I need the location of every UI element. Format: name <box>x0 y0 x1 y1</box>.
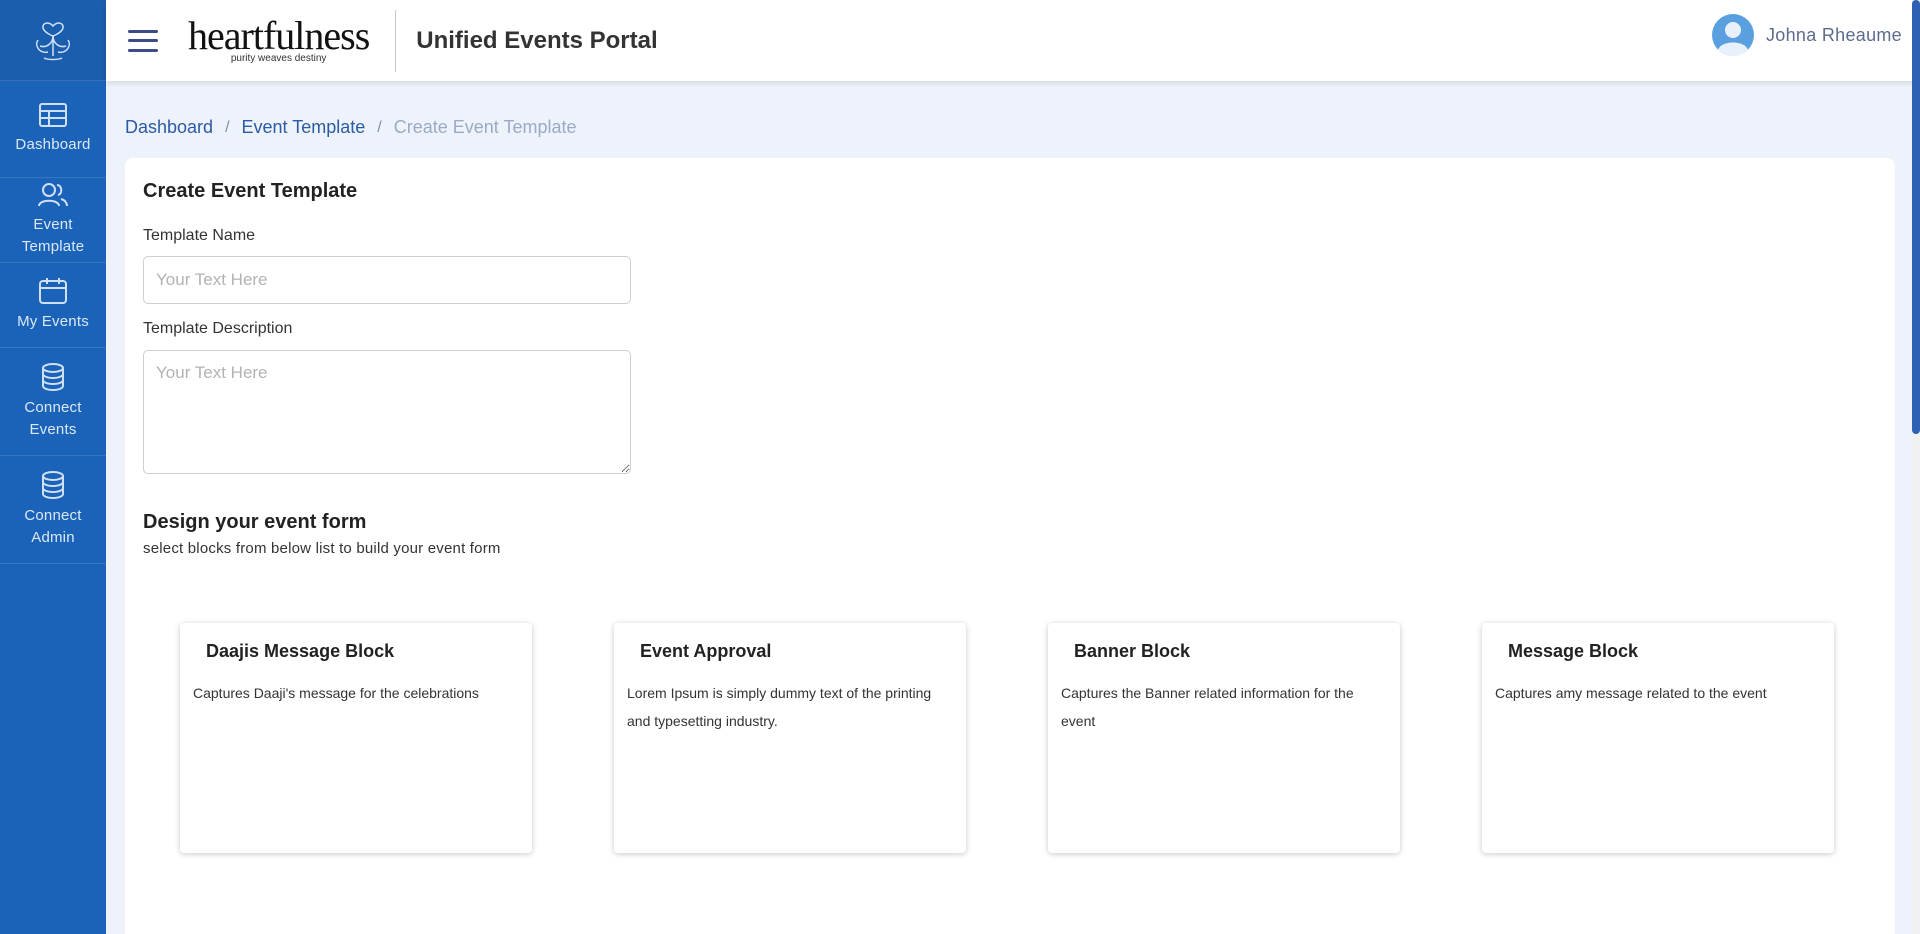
sidebar-item-connect-events[interactable]: Connect Events <box>0 348 106 456</box>
sidebar-item-connect-admin[interactable]: Connect Admin <box>0 456 106 564</box>
sidebar-item-dashboard[interactable]: Dashboard <box>0 81 106 178</box>
template-description-input[interactable] <box>143 350 631 474</box>
database-icon <box>42 362 64 391</box>
header-divider <box>395 9 397 72</box>
template-name-input[interactable] <box>143 256 631 304</box>
brand-logo[interactable]: heartfulness purity weaves destiny <box>188 13 370 65</box>
user-name: Johna Rheaume <box>1766 24 1902 45</box>
block-title: Message Block <box>1508 641 1639 661</box>
brand-tagline: purity weaves destiny <box>230 53 327 64</box>
sidebar: Dashboard Event Template My Events Conne… <box>0 0 106 934</box>
template-name-label: Template Name <box>143 227 256 244</box>
calendar-icon <box>39 278 67 304</box>
breadcrumb: Dashboard / Event Template / Create Even… <box>125 117 577 138</box>
page-title: Create Event Template <box>143 180 358 202</box>
heartfulness-logo-icon[interactable] <box>0 0 106 81</box>
block-card-daajis-message[interactable]: Daajis Message Block Captures Daaji's me… <box>180 623 532 853</box>
sidebar-item-label: Connect Events <box>24 398 82 438</box>
portal-title: Unified Events Portal <box>416 26 658 54</box>
template-description-label: Template Description <box>143 320 293 337</box>
breadcrumb-separator: / <box>377 118 382 136</box>
breadcrumb-event-template[interactable]: Event Template <box>242 117 366 138</box>
block-description: Captures Daaji's message for the celebra… <box>193 685 479 701</box>
sidebar-item-label: Dashboard <box>15 136 91 153</box>
avatar <box>1712 14 1754 56</box>
design-section-subtitle: select blocks from below list to build y… <box>143 540 501 557</box>
breadcrumb-current: Create Event Template <box>393 117 577 137</box>
breadcrumb-separator: / <box>225 118 230 136</box>
users-icon <box>38 183 68 207</box>
sidebar-item-event-template[interactable]: Event Template <box>0 178 106 263</box>
block-description: Captures amy message related to the even… <box>1495 685 1767 701</box>
menu-toggle-icon[interactable] <box>128 29 158 52</box>
user-menu[interactable]: Johna Rheaume <box>1712 14 1902 56</box>
page-scrollbar[interactable] <box>1912 0 1920 934</box>
sidebar-item-my-events[interactable]: My Events <box>0 263 106 348</box>
dashboard-icon <box>39 103 67 127</box>
create-template-card: Create Event Template Template Name Temp… <box>125 158 1895 934</box>
brand-name: heartfulness <box>188 13 370 58</box>
top-header: heartfulness purity weaves destiny Unifi… <box>106 0 1920 81</box>
block-card-event-approval[interactable]: Event Approval Lorem Ipsum is simply dum… <box>614 623 966 853</box>
block-card-banner[interactable]: Banner Block Captures the Banner related… <box>1048 623 1400 853</box>
block-title: Event Approval <box>640 641 772 661</box>
design-section-title: Design your event form <box>143 511 367 533</box>
block-title: Daajis Message Block <box>206 641 395 661</box>
sidebar-item-label: Event Template <box>21 216 85 255</box>
block-card-message[interactable]: Message Block Captures amy message relat… <box>1482 623 1834 853</box>
sidebar-item-label: Connect Admin <box>24 506 82 546</box>
scrollbar-thumb[interactable] <box>1912 0 1920 434</box>
breadcrumb-dashboard[interactable]: Dashboard <box>125 117 213 138</box>
block-description: Captures the Banner related information … <box>1061 685 1354 729</box>
block-title: Banner Block <box>1074 641 1191 661</box>
sidebar-item-label: My Events <box>17 313 89 330</box>
block-description: Lorem Ipsum is simply dummy text of the … <box>627 685 932 729</box>
database-icon <box>42 470 64 499</box>
